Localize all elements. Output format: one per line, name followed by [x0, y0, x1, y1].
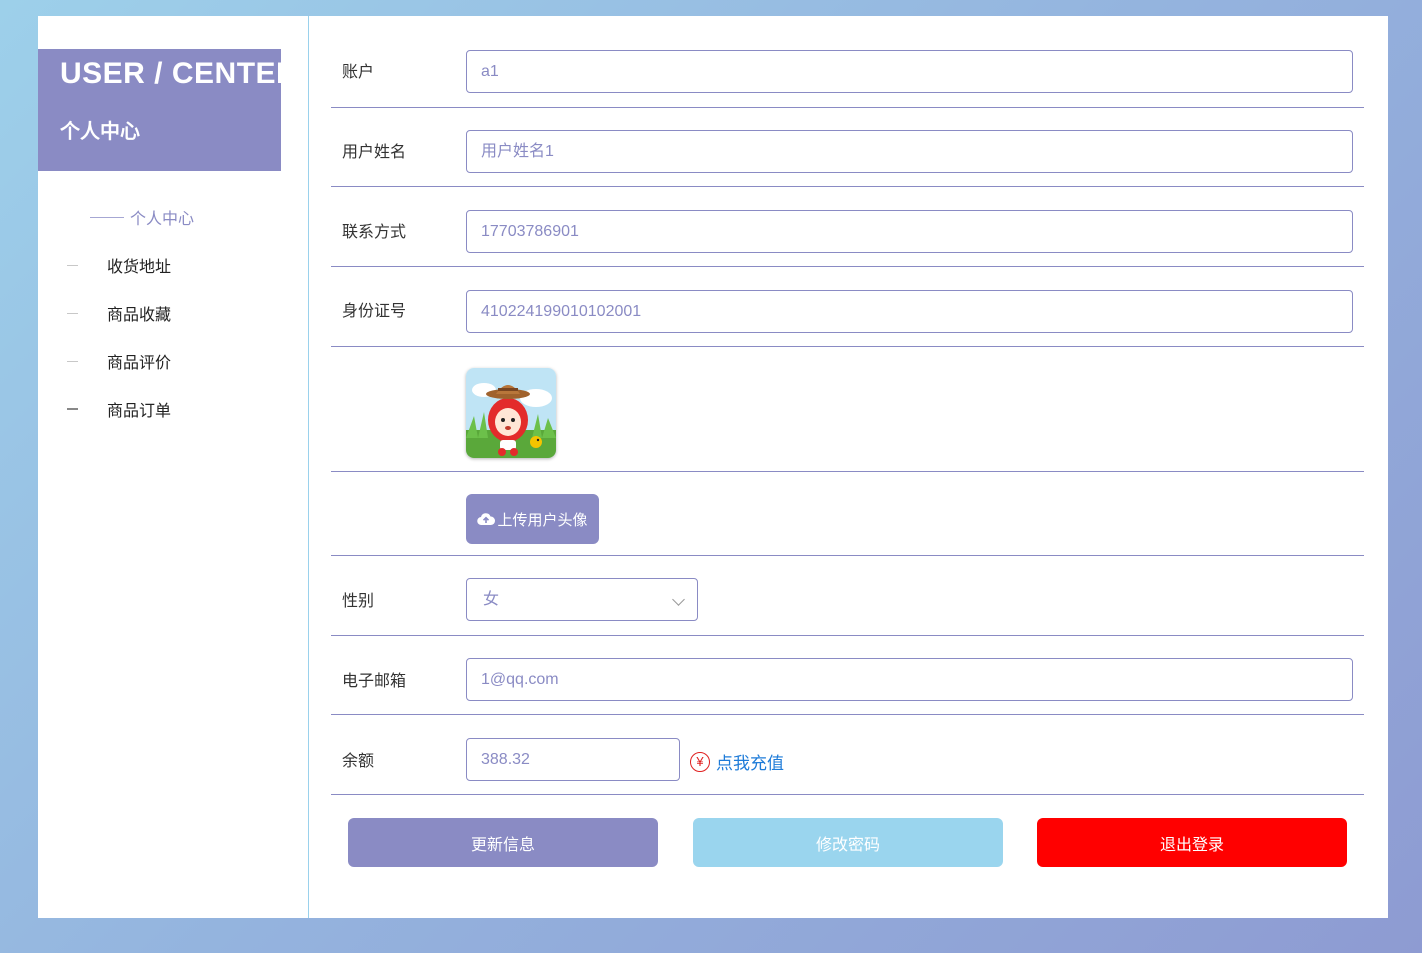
phone-label: 联系方式 — [342, 222, 407, 241]
balance-input: 388.32 — [466, 738, 680, 781]
nav-item-orders[interactable]: 商品订单 — [67, 397, 171, 421]
dash-icon — [67, 408, 78, 410]
email-input[interactable]: 1@qq.com — [466, 658, 1353, 701]
gender-selected-value: 女 — [483, 591, 500, 608]
nav-item-label: 商品订单 — [107, 401, 172, 420]
sidebar-divider — [308, 16, 309, 918]
update-info-button[interactable]: 更新信息 — [348, 818, 658, 867]
form-row-balance: 余额 388.32 ¥ 点我充值 — [331, 715, 1364, 795]
form-row-avatar — [331, 347, 1364, 472]
recharge-label: 点我充值 — [716, 754, 784, 774]
form-row-idcard: 身份证号 410224199010102001 — [331, 267, 1364, 347]
update-info-label: 更新信息 — [470, 834, 535, 854]
idcard-label: 身份证号 — [342, 301, 407, 320]
cloud-upload-icon — [477, 513, 496, 526]
logout-label: 退出登录 — [1159, 834, 1224, 854]
avatar[interactable] — [466, 368, 556, 458]
nav-item-reviews[interactable]: 商品评价 — [67, 349, 171, 373]
balance-label: 余额 — [342, 751, 375, 770]
upload-avatar-button[interactable]: 上传用户头像 — [466, 494, 599, 544]
nav-item-label: 商品收藏 — [107, 305, 172, 324]
chevron-down-icon — [672, 593, 685, 606]
change-password-button[interactable]: 修改密码 — [693, 818, 1003, 867]
dash-icon — [67, 264, 78, 266]
email-label: 电子邮箱 — [342, 671, 407, 690]
nav-item-address[interactable]: 收货地址 — [67, 253, 171, 277]
idcard-input[interactable]: 410224199010102001 — [466, 290, 1353, 333]
username-label: 用户姓名 — [342, 142, 407, 161]
recharge-link[interactable]: ¥ 点我充值 — [690, 749, 784, 774]
yen-icon: ¥ — [690, 751, 710, 772]
form-row-username: 用户姓名 用户姓名1 — [331, 108, 1364, 187]
nav-item-user-center[interactable]: 个人中心 — [90, 205, 194, 229]
active-indicator-line — [90, 216, 124, 218]
form-row-email: 电子邮箱 1@qq.com — [331, 636, 1364, 715]
nav-item-label: 收货地址 — [107, 257, 172, 276]
form-row-account: 账户 a1 — [331, 34, 1364, 108]
sidebar: USER / CENTER 个人中心 个人中心 收货地址 商品收藏 商品评价 商… — [38, 16, 308, 918]
change-password-label: 修改密码 — [815, 834, 880, 854]
user-center-panel: USER / CENTER 个人中心 个人中心 收货地址 商品收藏 商品评价 商… — [38, 16, 1388, 918]
account-label: 账户 — [342, 62, 375, 81]
upload-button-label: 上传用户头像 — [497, 510, 588, 529]
account-input[interactable]: a1 — [466, 50, 1353, 93]
brand-title-zh: 个人中心 — [60, 119, 140, 143]
form-row-upload: 上传用户头像 — [331, 472, 1364, 556]
gender-select[interactable]: 女 — [466, 578, 698, 621]
logout-button[interactable]: 退出登录 — [1037, 818, 1347, 867]
nav-item-label: 商品评价 — [107, 353, 172, 372]
brand-block: USER / CENTER 个人中心 — [38, 49, 298, 171]
username-input[interactable]: 用户姓名1 — [466, 130, 1353, 173]
nav-item-label: 个人中心 — [130, 209, 195, 228]
phone-input[interactable]: 17703786901 — [466, 210, 1353, 253]
gender-label: 性别 — [342, 591, 375, 610]
cartoon-avatar-icon — [466, 368, 556, 458]
nav-item-favorites[interactable]: 商品收藏 — [67, 301, 171, 325]
dash-icon — [67, 312, 78, 314]
form-row-gender: 性别 女 — [331, 556, 1364, 636]
dash-icon — [67, 360, 78, 362]
form-row-phone: 联系方式 17703786901 — [331, 187, 1364, 267]
brand-title-en: USER / CENTER — [60, 57, 299, 90]
